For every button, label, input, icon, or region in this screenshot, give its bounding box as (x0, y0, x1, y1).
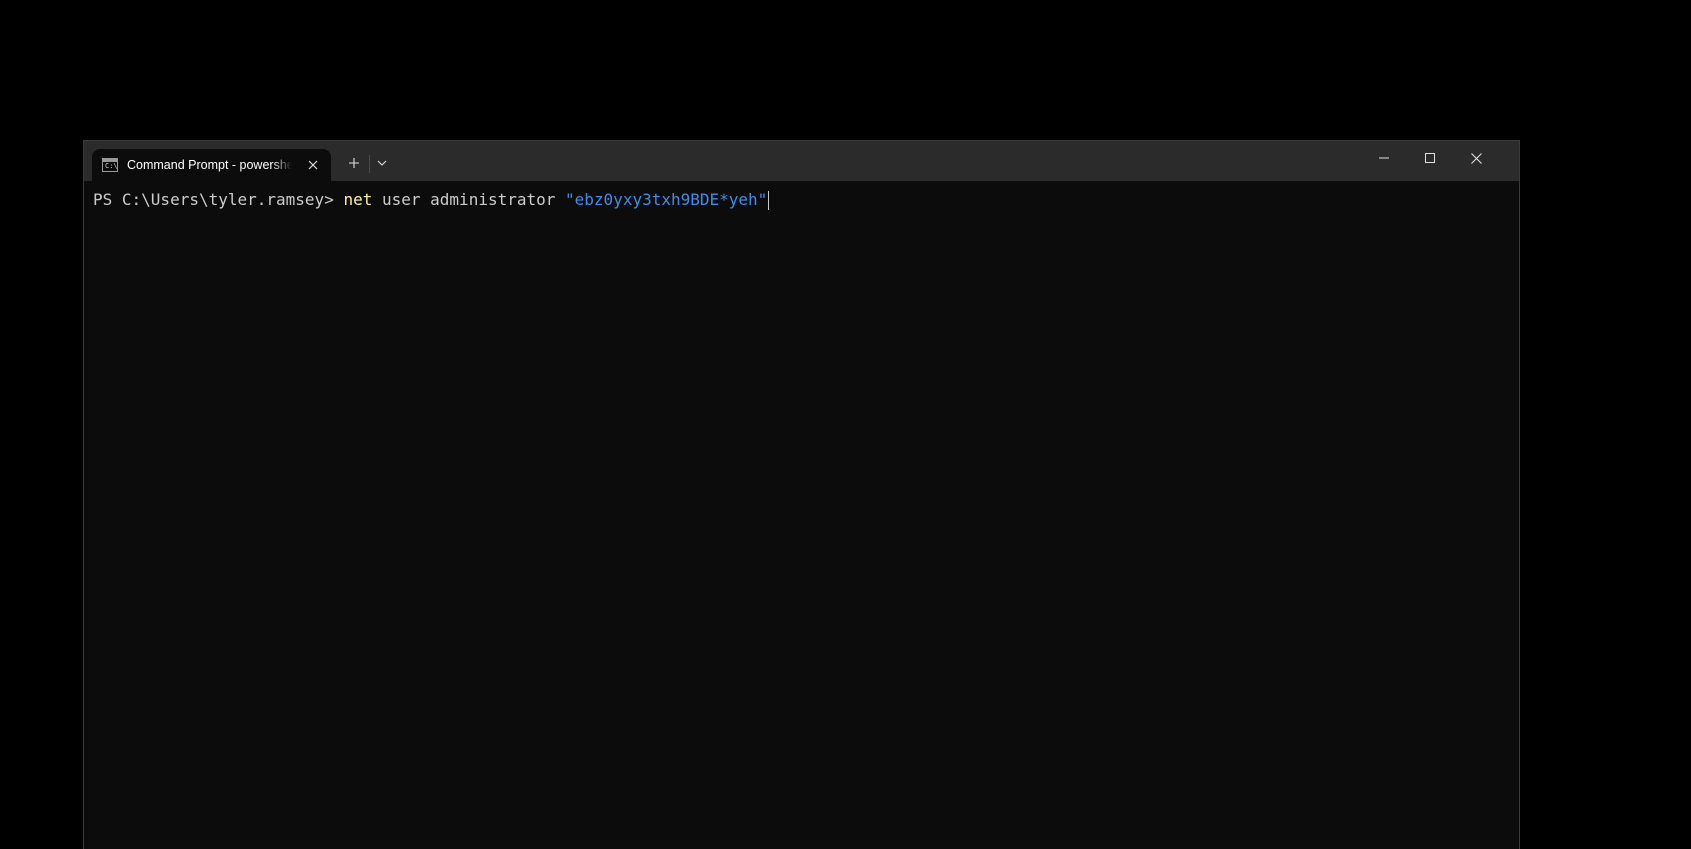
console-icon: C:\ (102, 158, 118, 172)
minimize-icon (1379, 157, 1389, 159)
title-bar[interactable]: C:\ Command Prompt - powershell (84, 141, 1519, 181)
tab-command-prompt[interactable]: C:\ Command Prompt - powershell (92, 149, 331, 181)
maximize-icon (1425, 153, 1435, 163)
chevron-down-icon (377, 160, 387, 166)
minimize-button[interactable] (1361, 141, 1407, 175)
command-line[interactable]: PS C:\Users\tyler.ramsey> net user admin… (93, 189, 1510, 211)
close-icon (1470, 152, 1482, 164)
command-keyword: net (343, 190, 373, 209)
tab-dropdown-button[interactable] (370, 149, 394, 177)
close-icon (308, 160, 318, 170)
command-string-arg: "ebz0yxy3txh9BDE*yeh" (565, 190, 768, 209)
desktop: C:\ Command Prompt - powershell PS C:\Us… (0, 0, 1691, 849)
maximize-button[interactable] (1407, 141, 1453, 175)
close-button[interactable] (1453, 141, 1499, 175)
text-cursor (768, 190, 770, 210)
terminal-output[interactable]: PS C:\Users\tyler.ramsey> net user admin… (84, 181, 1519, 849)
console-icon-glyph: C:\ (105, 162, 118, 170)
command-args: user administrator (372, 190, 566, 209)
prompt-text: PS C:\Users\tyler.ramsey> (93, 190, 344, 209)
terminal-window: C:\ Command Prompt - powershell PS C:\Us… (83, 140, 1520, 849)
new-tab-button[interactable] (339, 149, 369, 177)
plus-icon (349, 158, 359, 168)
tab-close-button[interactable] (305, 157, 321, 173)
tab-title: Command Prompt - powershell (127, 158, 292, 172)
